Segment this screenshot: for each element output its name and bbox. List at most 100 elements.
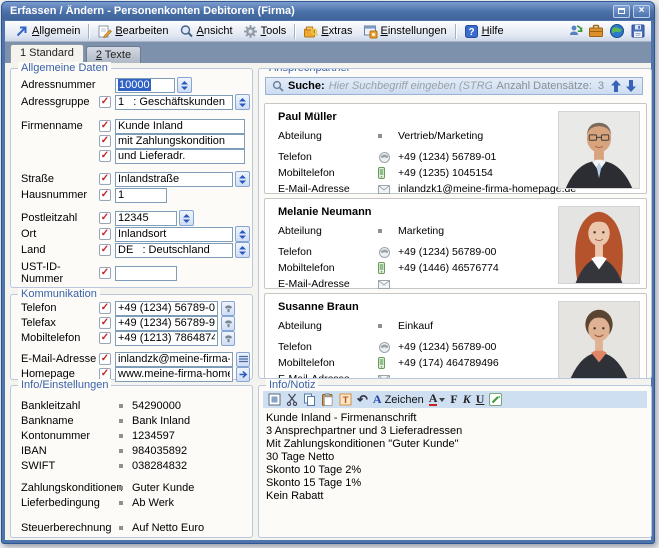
contact-email-row: E-Mail-Adresse <box>278 277 398 291</box>
strasse-dropdown[interactable] <box>235 171 250 187</box>
mobile-phone-icon <box>378 357 385 369</box>
contact-photo <box>558 206 640 284</box>
plz-dropdown[interactable] <box>179 210 194 226</box>
plz-input[interactable] <box>115 211 177 226</box>
copy-button[interactable] <box>303 392 316 407</box>
adressnummer-spinner[interactable] <box>177 77 192 93</box>
ort-dropdown[interactable] <box>235 226 250 242</box>
bold-button[interactable]: F <box>450 392 457 407</box>
contact-card-paul-mueller[interactable]: Paul Müller Abteilung Vertrieb/Marketing… <box>264 103 647 194</box>
field-plz: Postleitzahl ✓ <box>21 210 248 226</box>
telefax-input[interactable] <box>115 316 218 331</box>
undo-button[interactable]: ↶ <box>357 392 368 407</box>
email-input[interactable] <box>115 352 233 367</box>
next-record-button[interactable] <box>625 80 636 92</box>
menu-tools[interactable]: Tools <box>238 23 292 40</box>
adressgruppe-checkbox[interactable]: ✓ <box>99 96 111 108</box>
ort-checkbox[interactable]: ✓ <box>99 228 111 240</box>
menu-ansicht[interactable]: Ansicht <box>174 23 238 40</box>
menu-extras[interactable]: Extras <box>298 23 357 40</box>
telefon-checkbox[interactable]: ✓ <box>99 302 111 314</box>
note-toolbar: T ↶ A Zeichen A F K U <box>263 391 647 408</box>
user-sync-button[interactable] <box>566 23 584 40</box>
character-format-button[interactable]: A Zeichen <box>373 392 424 407</box>
ort-input[interactable] <box>115 227 233 242</box>
note-text[interactable]: Kunde Inland - Firmenanschrift 3 Ansprec… <box>266 412 645 533</box>
telefax-dial-button[interactable] <box>221 316 235 331</box>
restore-button[interactable] <box>613 5 630 18</box>
save-icon <box>630 23 646 39</box>
contact-search-input[interactable] <box>329 80 493 92</box>
char-a-icon: A <box>373 392 382 407</box>
menu-hilfe[interactable]: ? Hilfe <box>459 23 509 40</box>
homepage-input[interactable] <box>115 367 233 382</box>
adressgruppe-dropdown[interactable] <box>235 94 250 110</box>
strasse-input[interactable] <box>115 172 233 187</box>
email-compose-button[interactable] <box>236 352 250 367</box>
menu-bearbeiten[interactable]: Bearbeiten <box>92 23 173 40</box>
tab-standard[interactable]: 1 Standard <box>10 44 84 63</box>
firmenname3-checkbox[interactable]: ✓ <box>99 150 111 162</box>
cut-button[interactable] <box>286 392 298 407</box>
search-icon <box>272 80 284 92</box>
firmenname2-checkbox[interactable]: ✓ <box>99 135 111 147</box>
firmenname1-input[interactable] <box>115 119 245 134</box>
tab-strip: 1 Standard 2 Texte <box>5 42 651 63</box>
homepage-open-button[interactable] <box>236 367 250 382</box>
mobiltelefon-checkbox[interactable]: ✓ <box>99 332 111 344</box>
briefcase-icon <box>588 23 604 39</box>
firmenname3-input[interactable] <box>115 149 245 164</box>
plz-checkbox[interactable]: ✓ <box>99 212 111 224</box>
info-row-iban: IBAN984035892 <box>21 444 246 458</box>
font-t-icon: T <box>339 393 352 406</box>
italic-button[interactable]: K <box>463 392 471 407</box>
firmenname2-input[interactable] <box>115 134 245 149</box>
field-strasse: Straße ✓ <box>21 171 248 187</box>
prev-record-button[interactable] <box>610 80 621 92</box>
title-bar: Erfassen / Ändern - Personenkonten Debit… <box>2 2 654 20</box>
menu-einstellungen[interactable]: Einstellungen <box>358 23 452 40</box>
mobiltelefon-input[interactable] <box>115 331 218 346</box>
contact-photo <box>558 111 640 189</box>
contact-card-susanne-braun[interactable]: Susanne Braun Abteilung Einkauf Telefon … <box>264 293 647 379</box>
underline-button[interactable]: U <box>476 392 485 407</box>
land-dropdown[interactable] <box>235 242 250 258</box>
close-button[interactable]: × <box>633 5 650 18</box>
telefon-dial-button[interactable] <box>221 301 235 316</box>
mobiltelefon-dial-button[interactable] <box>221 331 235 346</box>
strasse-checkbox[interactable]: ✓ <box>99 173 111 185</box>
hausnummer-checkbox[interactable]: ✓ <box>99 189 111 201</box>
restore-icon <box>618 8 625 14</box>
contact-email-row: E-Mail-Adresse <box>278 372 398 379</box>
land-checkbox[interactable]: ✓ <box>99 244 111 256</box>
font-button[interactable]: T <box>339 392 352 407</box>
globe-button[interactable] <box>608 23 626 40</box>
field-firmenname-2: ✓ <box>21 133 248 149</box>
briefcase-button[interactable] <box>587 23 605 40</box>
copy-icon <box>303 393 316 406</box>
tab-texte[interactable]: 2 Texte <box>86 46 141 63</box>
ustid-checkbox[interactable]: ✓ <box>99 267 111 279</box>
telefax-checkbox[interactable]: ✓ <box>99 317 111 329</box>
settings-window-icon <box>363 24 378 39</box>
magnifier-icon <box>179 24 194 39</box>
firmenname1-checkbox[interactable]: ✓ <box>99 120 111 132</box>
save-button[interactable] <box>629 23 647 40</box>
paste-button[interactable] <box>321 392 334 407</box>
hausnummer-input[interactable] <box>115 188 167 203</box>
expand-editor-button[interactable] <box>268 392 281 407</box>
telefon-input[interactable] <box>115 301 218 316</box>
email-checkbox[interactable]: ✓ <box>99 353 111 365</box>
contact-mobile-row: Mobiltelefon +49 (1446) 46576774 <box>278 261 499 275</box>
contact-card-melanie-neumann[interactable]: Melanie Neumann Abteilung Marketing Tele… <box>264 198 647 289</box>
edit-note-button[interactable] <box>489 392 502 407</box>
ustid-input[interactable] <box>115 266 177 281</box>
menu-allgemein[interactable]: Allgemein <box>9 23 85 40</box>
land-input[interactable] <box>115 243 233 258</box>
adressnummer-input[interactable]: 10000 <box>115 78 175 93</box>
lines-icon <box>239 355 248 363</box>
font-color-button[interactable]: A <box>429 392 446 407</box>
adressgruppe-input[interactable] <box>115 95 233 110</box>
mobile-phone-icon <box>378 262 385 274</box>
envelope-icon <box>378 375 390 380</box>
